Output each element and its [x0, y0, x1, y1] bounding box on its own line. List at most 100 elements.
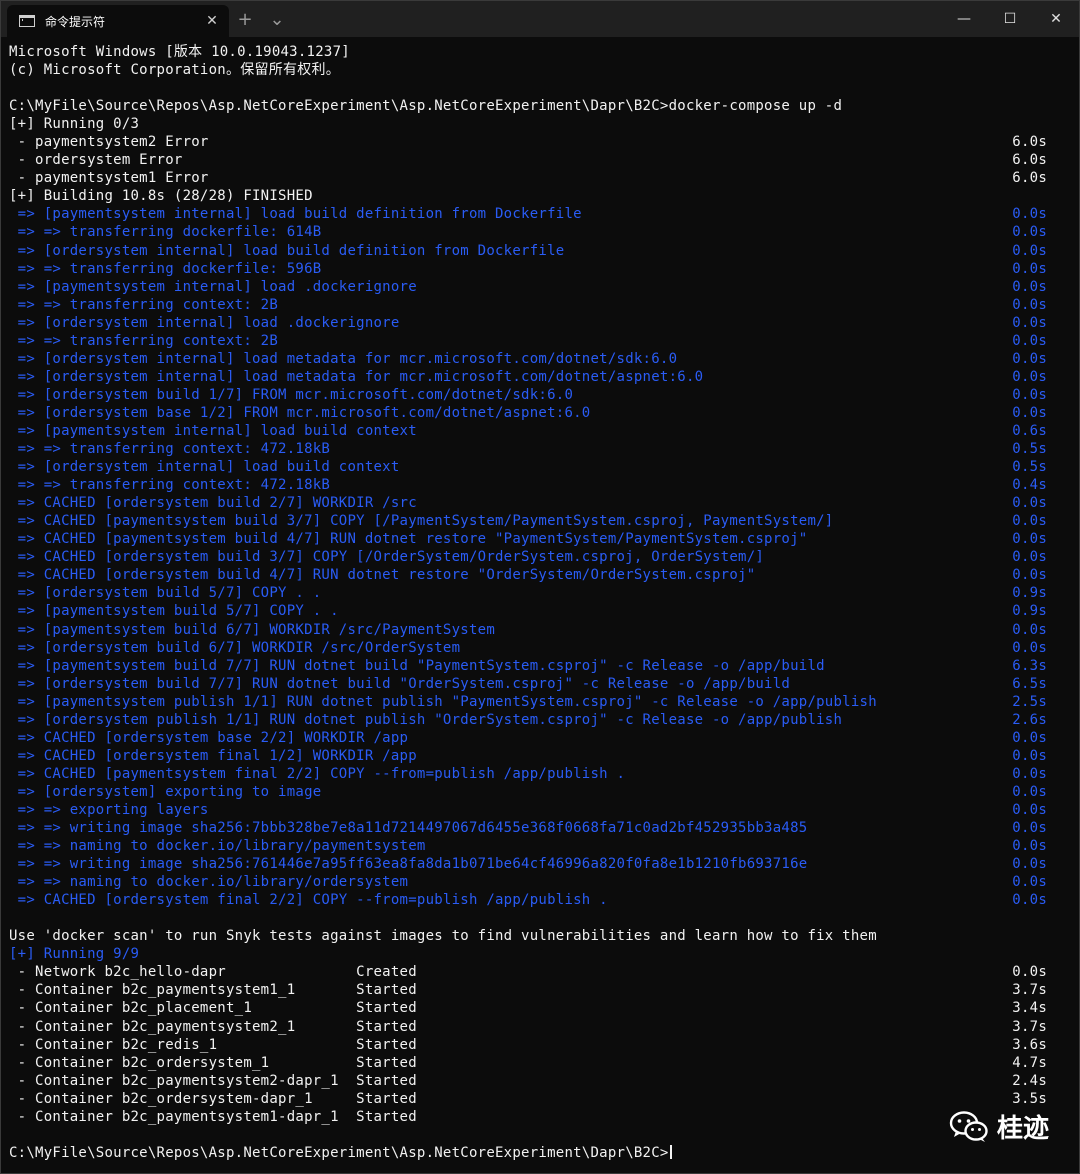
console-line: => => naming to docker.io/library/paymen…	[9, 837, 1071, 855]
console-line: => CACHED [paymentsystem build 3/7] COPY…	[9, 512, 1071, 530]
console-line-text: => [paymentsystem build 5/7] COPY . .	[9, 603, 339, 620]
watermark: 桂迹	[949, 1108, 1049, 1145]
console-line-text: => [ordersystem build 5/7] COPY . .	[9, 585, 322, 602]
console-line-text: => CACHED [ordersystem build 2/7] WORKDI…	[9, 495, 417, 512]
console-line-text: => [ordersystem internal] load build def…	[9, 242, 565, 259]
console-line-text: => [ordersystem internal] load metadata …	[9, 350, 678, 367]
console-line: - Container b2c_ordersystem_1 Started 4.7…	[9, 1054, 1071, 1072]
console-line-duration: 0.0s	[1012, 567, 1047, 584]
console-line-duration: 6.0s	[1012, 152, 1047, 169]
close-button[interactable]: ✕	[1033, 1, 1079, 37]
console-line-text: => CACHED [ordersystem build 3/7] COPY […	[9, 549, 765, 566]
wechat-icon	[949, 1110, 988, 1142]
console-line: => => writing image sha256:761446e7a95ff…	[9, 855, 1071, 873]
command-prompt-line[interactable]: C:\MyFile\Source\Repos\Asp.NetCoreExperi…	[9, 1144, 1071, 1162]
title-bar: 命令提示符 ✕ + ⌄ — ☐ ✕	[1, 1, 1079, 37]
new-tab-button[interactable]: +	[229, 1, 261, 37]
console-line-duration: 0.0s	[1012, 621, 1047, 638]
console-line-duration: 0.0s	[1012, 856, 1047, 873]
console-line: => CACHED [ordersystem final 2/2] COPY -…	[9, 891, 1071, 909]
console-line-duration: 0.0s	[1012, 765, 1047, 782]
tab-command-prompt[interactable]: 命令提示符 ✕	[7, 5, 229, 37]
console-line: => [ordersystem build 1/7] FROM mcr.micr…	[9, 386, 1071, 404]
console-line: C:\MyFile\Source\Repos\Asp.NetCoreExperi…	[9, 97, 1071, 115]
console-line: - Container b2c_placement_1 Started 3.4s	[9, 999, 1071, 1017]
console-line: => [ordersystem build 6/7] WORKDIR /src/…	[9, 639, 1071, 657]
console-line-duration: 0.0s	[1012, 783, 1047, 800]
console-line: => [ordersystem base 1/2] FROM mcr.micro…	[9, 404, 1071, 422]
console-line-text: => [ordersystem base 1/2] FROM mcr.micro…	[9, 404, 591, 421]
console-line-duration: 0.0s	[1012, 278, 1047, 295]
console-line: [+] Running 0/3	[9, 115, 1071, 133]
console-line-text: - ordersystem Error	[9, 152, 183, 169]
console-line-duration: 3.7s	[1012, 1018, 1047, 1035]
console-line-text: => => exporting layers	[9, 801, 209, 818]
console-line-duration: 0.0s	[1012, 242, 1047, 259]
maximize-button[interactable]: ☐	[987, 1, 1033, 37]
console-line: (c) Microsoft Corporation。保留所有权利。	[9, 61, 1071, 79]
console-line-text: => [ordersystem internal] load metadata …	[9, 368, 704, 385]
watermark-text: 桂迹	[996, 1114, 1049, 1144]
console-line: => [paymentsystem build 5/7] COPY . . 0.9…	[9, 602, 1071, 620]
tab-close-icon[interactable]: ✕	[203, 13, 221, 29]
console-line: => => transferring context: 472.18kB 0.4s	[9, 476, 1071, 494]
console-line-text: [+] Running 0/3	[9, 116, 140, 133]
console-line: => [ordersystem publish 1/1] RUN dotnet …	[9, 711, 1071, 729]
console-output[interactable]: Microsoft Windows [版本 10.0.19043.1237] (c…	[9, 43, 1071, 1162]
console-line: => => exporting layers 0.0s	[9, 801, 1071, 819]
minimize-button[interactable]: —	[941, 1, 987, 37]
console-line-text: => CACHED [ordersystem final 2/2] COPY -…	[9, 892, 608, 909]
console-line: => [ordersystem internal] load build def…	[9, 242, 1071, 260]
console-line-text: => [paymentsystem internal] load build d…	[9, 206, 582, 223]
console-line-duration: 0.0s	[1012, 350, 1047, 367]
console-line-text: => [paymentsystem internal] load .docker…	[9, 278, 417, 295]
console-line-text: => CACHED [ordersystem build 4/7] RUN do…	[9, 567, 756, 584]
chevron-down-icon[interactable]: ⌄	[261, 1, 293, 37]
console-line: => CACHED [paymentsystem build 4/7] RUN …	[9, 530, 1071, 548]
console-line: => [ordersystem internal] load metadata …	[9, 368, 1071, 386]
console-line-duration: 0.0s	[1012, 639, 1047, 656]
console-line-text: => [ordersystem build 1/7] FROM mcr.micr…	[9, 386, 574, 403]
console-line-text: => [ordersystem build 6/7] WORKDIR /src/…	[9, 639, 461, 656]
console-line-duration: 6.5s	[1012, 675, 1047, 692]
text-cursor	[669, 1144, 672, 1159]
console-line-duration: 0.0s	[1012, 747, 1047, 764]
console-line-text: => CACHED [ordersystem base 2/2] WORKDIR…	[9, 729, 409, 746]
console-line-duration: 0.0s	[1012, 386, 1047, 403]
console-line-text: - Container b2c_paymentsystem1-dapr_1 St…	[9, 1108, 417, 1125]
console-line: - Network b2c_hello-dapr Created 0.0s	[9, 963, 1071, 981]
console-line-duration: 6.0s	[1012, 134, 1047, 151]
console-line-duration: 6.3s	[1012, 657, 1047, 674]
console-line: => [paymentsystem internal] load .docker…	[9, 278, 1071, 296]
console-line-text: [+] Running 9/9	[9, 946, 140, 963]
console-line: => => transferring context: 2B 0.0s	[9, 332, 1071, 350]
console-line-text: - Container b2c_paymentsystem2_1 Started	[9, 1018, 417, 1035]
console-line-duration: 0.0s	[1012, 314, 1047, 331]
console-line-text: => => writing image sha256:761446e7a95ff…	[9, 856, 808, 873]
console-line-text: => [ordersystem build 7/7] RUN dotnet bu…	[9, 675, 791, 692]
console-line-duration: 0.5s	[1012, 441, 1047, 458]
console-line: - paymentsystem2 Error 6.0s	[9, 133, 1071, 151]
console-line: - paymentsystem1 Error 6.0s	[9, 169, 1071, 187]
console-line-duration: 6.0s	[1012, 170, 1047, 187]
console-line-duration: 0.0s	[1012, 206, 1047, 223]
console-line-text: => CACHED [paymentsystem build 3/7] COPY…	[9, 513, 834, 530]
console-line-text: => => transferring dockerfile: 596B	[9, 260, 322, 277]
console-line-text: => => naming to docker.io/library/orders…	[9, 874, 409, 891]
console-line-text: => [ordersystem internal] load build con…	[9, 459, 400, 476]
console-line-text: => [ordersystem] exporting to image	[9, 783, 322, 800]
console-line: - Container b2c_ordersystem-dapr_1 Start…	[9, 1090, 1071, 1108]
console-line: => [paymentsystem build 6/7] WORKDIR /sr…	[9, 621, 1071, 639]
console-line-text: - Container b2c_redis_1 Started	[9, 1036, 417, 1053]
console-line-duration: 2.5s	[1012, 693, 1047, 710]
console-line: Microsoft Windows [版本 10.0.19043.1237]	[9, 43, 1071, 61]
console-line-duration: 0.9s	[1012, 585, 1047, 602]
console-line: => => transferring context: 472.18kB 0.5s	[9, 440, 1071, 458]
console-line-duration: 0.9s	[1012, 603, 1047, 620]
console-line-duration: 3.6s	[1012, 1036, 1047, 1053]
console-line-text: - Container b2c_paymentsystem1_1 Started	[9, 982, 417, 999]
console-line-text: => => transferring context: 472.18kB	[9, 441, 331, 458]
console-line: => CACHED [ordersystem base 2/2] WORKDIR…	[9, 729, 1071, 747]
